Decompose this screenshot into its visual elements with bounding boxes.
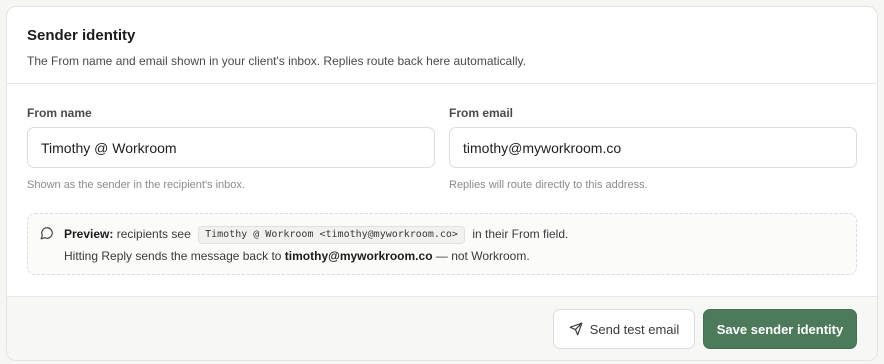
card-header: Sender identity The From name and email … bbox=[7, 7, 877, 84]
preview-box: Preview: recipients see Timothy @ Workro… bbox=[27, 213, 857, 275]
sender-identity-card: Sender identity The From name and email … bbox=[6, 6, 878, 361]
from-name-hint: Shown as the sender in the recipient's i… bbox=[27, 179, 245, 191]
from-name-input[interactable] bbox=[27, 127, 435, 168]
preview-line2-before: Hitting Reply sends the message back to bbox=[64, 249, 282, 263]
from-email-label: From email bbox=[449, 106, 514, 120]
preview-text-after: in their From field. bbox=[472, 227, 569, 241]
save-sender-identity-button[interactable]: Save sender identity bbox=[703, 309, 857, 349]
send-test-email-label: Send test email bbox=[589, 321, 680, 337]
message-circle-icon bbox=[40, 227, 53, 240]
send-icon bbox=[569, 322, 583, 336]
from-email-field: From email Replies will route directly t… bbox=[449, 106, 857, 192]
preview-line2-email: timothy@myworkroom.co bbox=[284, 249, 433, 263]
card-title: Sender identity bbox=[27, 27, 136, 44]
from-email-input[interactable] bbox=[449, 127, 857, 168]
preview-line2-after: — not Workroom. bbox=[435, 249, 530, 263]
from-name-field: From name Shown as the sender in the rec… bbox=[27, 106, 435, 192]
from-name-label: From name bbox=[27, 106, 92, 120]
card-footer: Send test email Save sender identity bbox=[7, 296, 877, 360]
preview-from-code: Timothy @ Workroom <timothy@myworkroom.c… bbox=[198, 226, 465, 244]
preview-line-2: Hitting Reply sends the message back to … bbox=[64, 246, 842, 266]
send-test-email-button[interactable]: Send test email bbox=[553, 309, 695, 349]
from-email-hint: Replies will route directly to this addr… bbox=[449, 179, 648, 191]
preview-text-before: recipients see bbox=[116, 227, 191, 241]
preview-lead: Preview: bbox=[64, 227, 114, 241]
card-body: From name Shown as the sender in the rec… bbox=[7, 84, 877, 296]
card-description: The From name and email shown in your cl… bbox=[27, 54, 526, 68]
preview-line-1: Preview: recipients see Timothy @ Workro… bbox=[64, 224, 842, 244]
